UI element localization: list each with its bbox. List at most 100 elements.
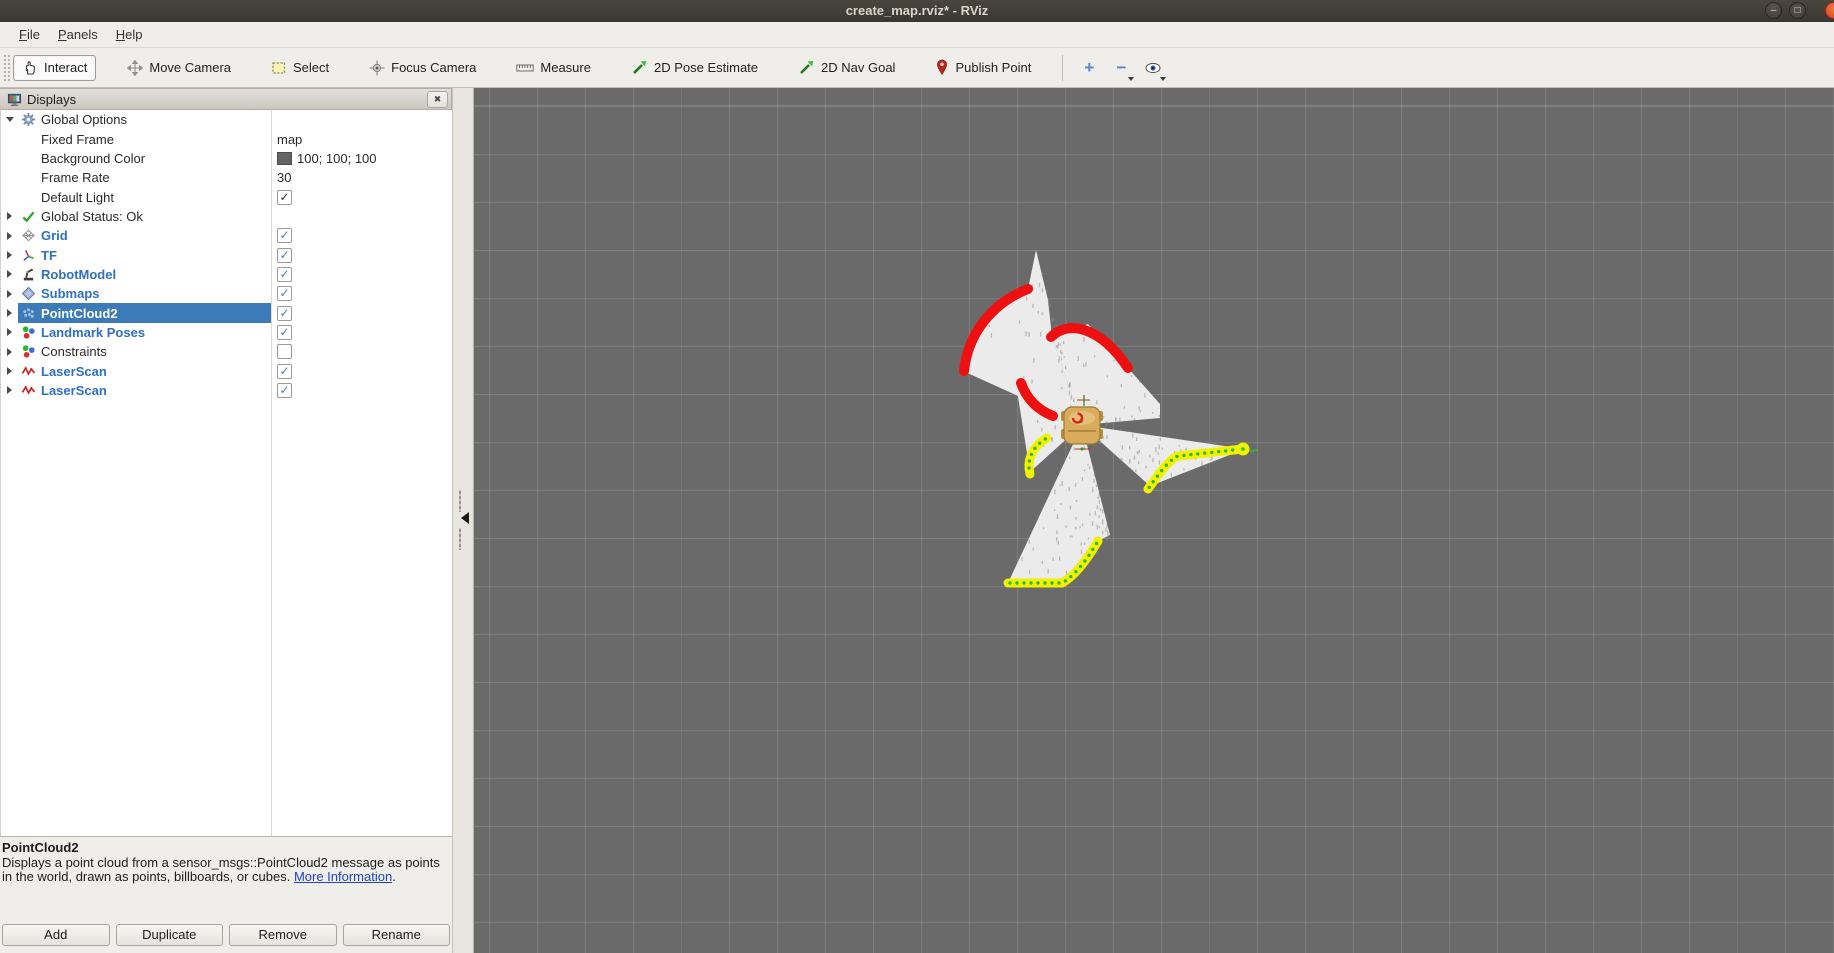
row-body[interactable]: Global Options bbox=[18, 110, 271, 129]
value-text[interactable]: map bbox=[277, 132, 302, 147]
tree-row-laserscan[interactable]: LaserScan ✓ bbox=[1, 361, 452, 380]
tree-row-landmark-poses[interactable]: Landmark Poses ✓ bbox=[1, 323, 452, 342]
tree-row-default-light[interactable]: Default Light ✓ bbox=[1, 187, 452, 206]
expand-arrow-icon[interactable] bbox=[1, 270, 18, 278]
expand-arrow-icon[interactable] bbox=[1, 212, 18, 220]
row-value[interactable]: ✓ bbox=[277, 226, 292, 245]
checkbox-checked[interactable]: ✓ bbox=[277, 248, 292, 263]
panel-close-icon[interactable]: ✖ bbox=[427, 91, 448, 108]
tool-select[interactable]: Select bbox=[262, 55, 338, 81]
checkbox-checked[interactable]: ✓ bbox=[277, 286, 292, 301]
row-body[interactable]: Fixed Frame bbox=[18, 129, 271, 148]
tree-row-submaps[interactable]: Submaps ✓ bbox=[1, 284, 452, 303]
row-value[interactable]: ✓ bbox=[277, 265, 292, 284]
tree-row-pointcloud2[interactable]: PointCloud2 ✓ bbox=[1, 303, 452, 322]
tree-row-constraints[interactable]: Constraints bbox=[1, 342, 452, 361]
pointcloud-speckle bbox=[1205, 464, 1206, 468]
checkbox-checked[interactable]: ✓ bbox=[277, 306, 292, 321]
add-button[interactable]: Add bbox=[2, 924, 110, 946]
expand-arrow-icon[interactable] bbox=[1, 309, 18, 317]
expand-arrow-open-icon[interactable] bbox=[1, 117, 18, 122]
window-titlebar[interactable]: create_map.rviz* - RViz – □ bbox=[0, 0, 1834, 22]
tree-row-global-options[interactable]: Global Options bbox=[1, 110, 452, 129]
row-body[interactable]: Background Color bbox=[18, 149, 271, 168]
remove-button[interactable]: Remove bbox=[229, 924, 337, 946]
row-value[interactable] bbox=[277, 342, 292, 361]
checkbox-checked[interactable]: ✓ bbox=[277, 267, 292, 282]
row-value[interactable]: ✓ bbox=[277, 361, 292, 380]
checkbox-checked[interactable]: ✓ bbox=[277, 364, 292, 379]
row-value[interactable]: ✓ bbox=[277, 381, 292, 400]
tool-focus-camera[interactable]: Focus Camera bbox=[360, 55, 485, 81]
row-body[interactable]: Submaps bbox=[18, 284, 271, 303]
row-value[interactable]: 30 bbox=[277, 168, 291, 187]
row-body[interactable]: Constraints bbox=[18, 342, 271, 361]
remove-tool-button[interactable]: − bbox=[1107, 54, 1135, 82]
tree-row-global-status-ok[interactable]: Global Status: Ok bbox=[1, 207, 452, 226]
row-body[interactable]: RobotModel bbox=[18, 265, 271, 284]
duplicate-button[interactable]: Duplicate bbox=[116, 924, 224, 946]
panel-splitter[interactable] bbox=[452, 88, 474, 953]
row-body[interactable]: LaserScan bbox=[18, 381, 271, 400]
tree-row-robotmodel[interactable]: RobotModel ✓ bbox=[1, 265, 452, 284]
tree-row-frame-rate[interactable]: Frame Rate 30 bbox=[1, 168, 452, 187]
expand-arrow-icon[interactable] bbox=[1, 232, 18, 240]
tree-row-grid[interactable]: Grid ✓ bbox=[1, 226, 452, 245]
value-text[interactable]: 30 bbox=[277, 170, 291, 185]
color-swatch[interactable] bbox=[277, 152, 292, 165]
row-value[interactable]: map bbox=[277, 129, 302, 148]
expand-arrow-icon[interactable] bbox=[1, 348, 18, 356]
expand-arrow-icon[interactable] bbox=[1, 386, 18, 394]
expand-arrow-icon[interactable] bbox=[1, 290, 18, 298]
more-information-link[interactable]: More Information bbox=[294, 869, 392, 884]
tool-move-camera[interactable]: Move Camera bbox=[118, 55, 240, 81]
row-value[interactable]: ✓ bbox=[277, 303, 292, 322]
3d-viewport[interactable] bbox=[474, 88, 1834, 953]
row-body[interactable]: PointCloud2 bbox=[18, 303, 271, 322]
tree-row-fixed-frame[interactable]: Fixed Frame map bbox=[1, 129, 452, 148]
splitter-collapse-icon[interactable] bbox=[461, 512, 469, 524]
pointcloud-speckle bbox=[1097, 506, 1098, 510]
tree-row-tf[interactable]: TF ✓ bbox=[1, 245, 452, 264]
checkbox-checked[interactable]: ✓ bbox=[277, 383, 292, 398]
row-value[interactable]: ✓ bbox=[277, 245, 292, 264]
menu-item-file[interactable]: File bbox=[10, 24, 49, 45]
expand-arrow-icon[interactable] bbox=[1, 367, 18, 375]
expand-arrow-icon[interactable] bbox=[1, 328, 18, 336]
row-body[interactable]: TF bbox=[18, 245, 271, 264]
row-body[interactable]: LaserScan bbox=[18, 361, 271, 380]
pointcloud-speckle bbox=[1039, 283, 1040, 287]
tool-measure[interactable]: Measure bbox=[507, 55, 600, 80]
tool-interact[interactable]: Interact bbox=[13, 55, 96, 81]
row-value[interactable]: ✓ bbox=[277, 187, 292, 206]
maximize-button[interactable]: □ bbox=[1789, 2, 1806, 19]
rename-button[interactable]: Rename bbox=[343, 924, 451, 946]
row-body[interactable]: Grid bbox=[18, 226, 271, 245]
row-value[interactable]: 100; 100; 100 bbox=[277, 149, 377, 168]
tool-2d-nav-goal[interactable]: 2D Nav Goal bbox=[789, 54, 904, 81]
tool-publish-point[interactable]: Publish Point bbox=[926, 54, 1040, 81]
checkbox-checked[interactable]: ✓ bbox=[277, 228, 292, 243]
checkbox-unchecked[interactable] bbox=[277, 344, 292, 359]
row-body[interactable]: Frame Rate bbox=[18, 168, 271, 187]
row-body[interactable]: Default Light bbox=[18, 187, 271, 206]
checkbox-checked[interactable]: ✓ bbox=[277, 325, 292, 340]
menu-item-panels[interactable]: Panels bbox=[49, 24, 107, 45]
eye-icon[interactable] bbox=[1139, 54, 1167, 82]
value-text[interactable]: 100; 100; 100 bbox=[297, 151, 377, 166]
row-value[interactable]: ✓ bbox=[277, 323, 292, 342]
displays-panel-header[interactable]: Displays ✖ bbox=[0, 88, 452, 110]
tree-row-laserscan[interactable]: LaserScan ✓ bbox=[1, 381, 452, 400]
pointcloud-speckle bbox=[1070, 506, 1071, 510]
tool-2d-pose-estimate[interactable]: 2D Pose Estimate bbox=[622, 54, 767, 81]
tree-row-background-color[interactable]: Background Color 100; 100; 100 bbox=[1, 149, 452, 168]
row-value[interactable]: ✓ bbox=[277, 284, 292, 303]
add-tool-button[interactable]: + bbox=[1075, 54, 1103, 82]
row-body[interactable]: Global Status: Ok bbox=[18, 207, 271, 226]
menu-item-help[interactable]: Help bbox=[107, 24, 152, 45]
minimize-button[interactable]: – bbox=[1765, 2, 1782, 19]
toolbar-drag-handle[interactable] bbox=[3, 54, 10, 82]
expand-arrow-icon[interactable] bbox=[1, 251, 18, 259]
checkbox-checked[interactable]: ✓ bbox=[277, 190, 292, 205]
row-body[interactable]: Landmark Poses bbox=[18, 323, 271, 342]
